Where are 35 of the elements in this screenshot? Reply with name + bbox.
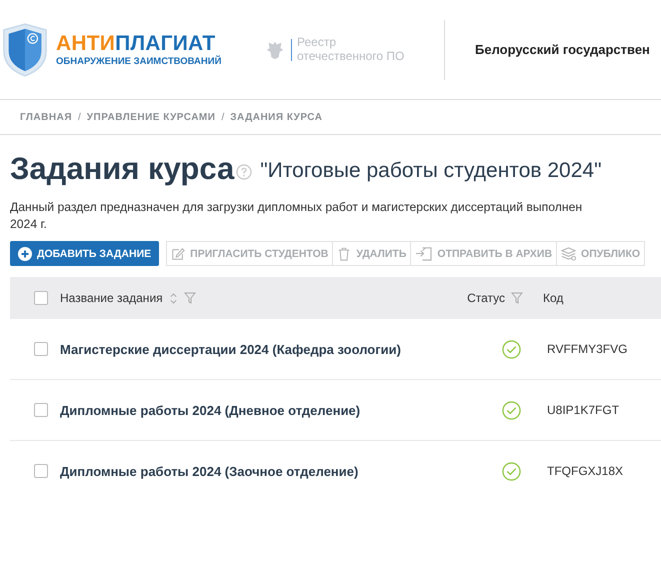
help-icon[interactable] — [236, 164, 252, 180]
sort-icon[interactable] — [168, 290, 178, 306]
task-code: RVFFMY3FVG — [547, 342, 628, 356]
trash-icon — [337, 246, 352, 262]
column-header[interactable]: Код — [543, 291, 661, 305]
task-name[interactable]: Дипломные работы 2024 (Заочное отделение) — [60, 464, 358, 478]
breadcrumb-separator: / — [221, 112, 224, 122]
breadcrumb-link[interactable]: ЗАДАНИЯ КУРСА — [230, 112, 323, 122]
task-name[interactable]: Дипломные работы 2024 (Дневное отделение) — [60, 402, 360, 418]
row-checkbox[interactable] — [34, 464, 48, 478]
filter-icon[interactable] — [511, 292, 523, 304]
organization-name: Белорусский государствен — [475, 42, 650, 57]
breadcrumb-link[interactable]: УПРАВЛЕНИЕ КУРСАМИ — [86, 112, 216, 122]
arrow-into-box-icon — [415, 246, 432, 261]
layers-icon — [561, 246, 576, 261]
pencil-icon — [171, 246, 186, 260]
task-name[interactable]: Магистерские диссертации 2024 (Кафедра зоологии) — [60, 342, 401, 356]
toolbar-button[interactable]: ДОБАВИТЬ ЗАДАНИЕ — [10, 241, 160, 266]
filter-icon[interactable] — [184, 292, 196, 304]
row-checkbox[interactable] — [34, 342, 48, 356]
logo-title: АНТИПЛАГИАТ — [56, 32, 216, 54]
logo-subtitle: ОБНАРУЖЕНИЕ ЗАИМСТВОВАНИЙ — [56, 56, 222, 66]
task-code: U8IP1K7FGT — [547, 403, 620, 417]
plus-icon — [18, 246, 32, 260]
task-code: TFQFGXJ18X — [547, 464, 624, 478]
course-name: "Итоговые работы студентов 2024" — [260, 159, 602, 183]
breadcrumb-separator: / — [78, 112, 81, 122]
registry-label: Реестр отечественного ПО — [297, 36, 404, 63]
page-title: Задания курса — [10, 151, 234, 187]
column-header[interactable]: Название задания — [60, 291, 163, 305]
breadcrumb-link[interactable]: ГЛАВНАЯ — [20, 112, 72, 122]
page-description: Данный раздел предназначен для загрузки дипломных работ и магистерских диссертаций выполнен 2024 г. — [10, 199, 584, 233]
select-all-checkbox[interactable] — [34, 291, 48, 305]
column-header[interactable]: Статус — [467, 291, 505, 305]
row-checkbox[interactable] — [34, 403, 48, 417]
